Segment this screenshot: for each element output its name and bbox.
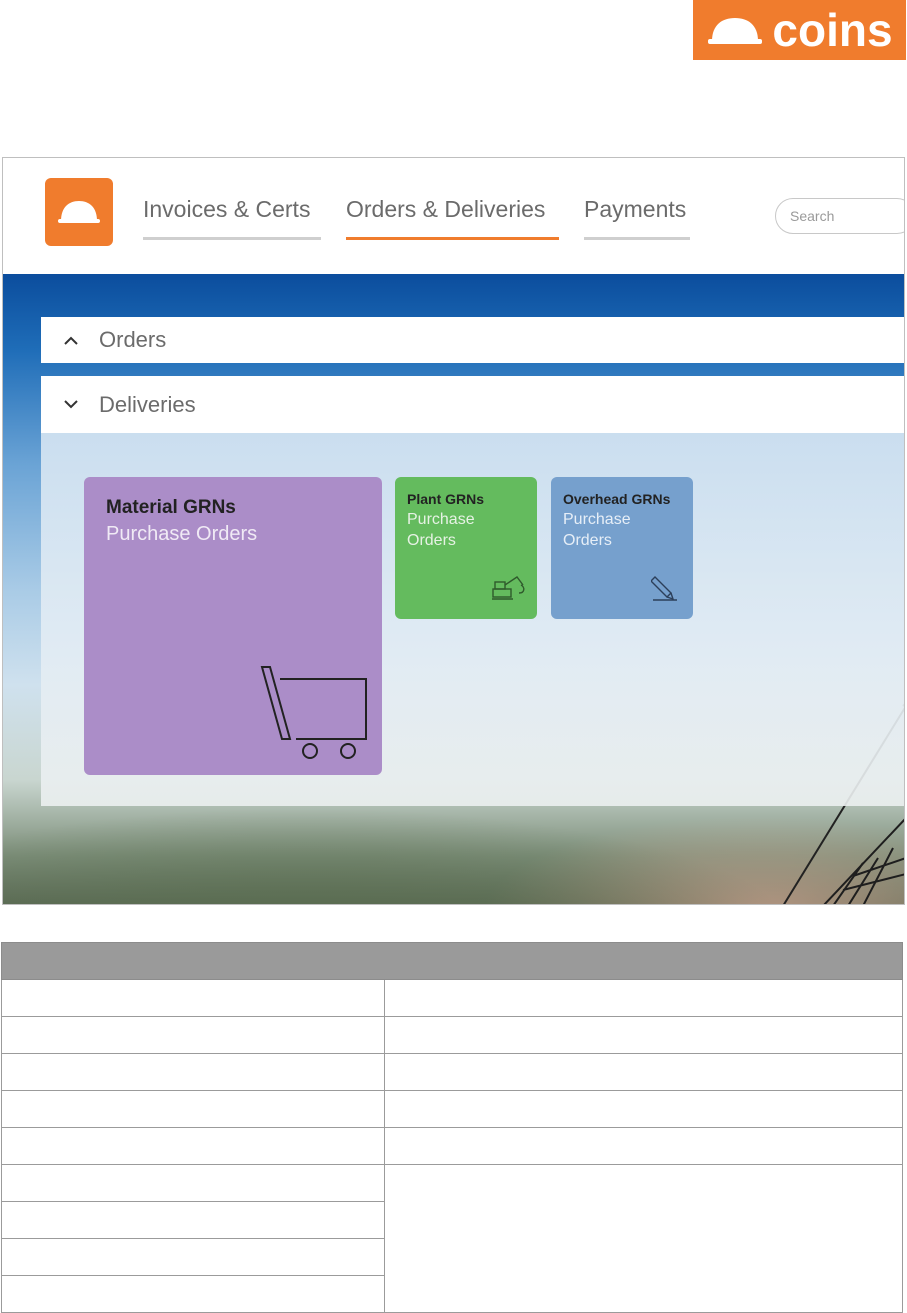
table-cell — [384, 979, 903, 1017]
tab-underline — [584, 237, 690, 240]
table-row — [1, 1053, 903, 1091]
top-navigation-bar: Invoices & Certs Orders & Deliveries Pay… — [3, 158, 904, 274]
table-row — [1, 979, 903, 1017]
tab-label: Payments — [584, 196, 687, 222]
table-header-row — [1, 942, 903, 980]
orders-panel-title: Orders — [99, 327, 167, 352]
search-input[interactable] — [775, 198, 904, 234]
table-cell — [384, 1016, 903, 1054]
tab-invoices-certs[interactable]: Invoices & Certs — [143, 196, 321, 240]
material-grns-tile[interactable]: Material GRNs Purchase Orders — [84, 477, 382, 775]
table-cell — [1, 1164, 385, 1202]
excavator-icon — [492, 576, 525, 600]
tab-orders-deliveries[interactable]: Orders & Deliveries — [346, 196, 559, 240]
brand-name: coins — [772, 4, 893, 56]
tab-payments[interactable]: Payments — [584, 196, 690, 240]
tab-label: Orders & Deliveries — [346, 196, 546, 222]
table-row — [1, 1164, 903, 1313]
pencil-icon — [651, 576, 677, 601]
app-screenshot: Invoices & Certs Orders & Deliveries Pay… — [2, 157, 905, 905]
orders-panel-header[interactable]: Orders — [41, 317, 904, 363]
table-row — [1, 1090, 903, 1128]
table-cell — [384, 1090, 903, 1128]
table-cell — [1, 1275, 385, 1313]
info-table — [1, 942, 903, 1313]
table-cell — [384, 1053, 903, 1091]
table-cell — [1, 1201, 385, 1239]
table-cell — [1, 1238, 385, 1276]
table-row — [1, 1127, 903, 1165]
shopping-cart-icon — [260, 666, 367, 759]
tile-subtitle: Purchase Orders — [106, 523, 258, 545]
table-cell — [1, 1016, 385, 1054]
chevron-down-icon — [63, 397, 79, 413]
tile-subtitle: Purchase Orders — [563, 511, 631, 549]
app-home-button[interactable] — [45, 178, 113, 246]
tile-title: Plant GRNs — [407, 491, 485, 507]
table-cell — [384, 1127, 903, 1165]
table-cell — [1, 979, 385, 1017]
deliveries-panel-title: Deliveries — [99, 391, 196, 417]
tab-underline — [143, 237, 321, 240]
overhead-grns-tile[interactable]: Overhead GRNs Purchase Orders — [551, 477, 693, 619]
deliveries-panel-header[interactable]: Deliveries — [41, 376, 904, 433]
table-cell — [1, 1090, 385, 1128]
hard-hat-icon — [58, 201, 100, 223]
hard-hat-icon — [708, 18, 763, 44]
table-header-cell — [1, 942, 903, 980]
tile-title: Overhead GRNs — [563, 491, 671, 507]
table-row — [1, 1016, 903, 1054]
chevron-up-icon — [63, 332, 79, 348]
plant-grns-tile[interactable]: Plant GRNs Purchase Orders — [395, 477, 537, 619]
tab-underline-active — [346, 237, 559, 240]
tab-label: Invoices & Certs — [143, 196, 311, 222]
coins-logo: coins — [693, 0, 906, 60]
table-cell — [1, 1127, 385, 1165]
tile-title: Material GRNs — [106, 497, 236, 518]
table-cell — [1, 1053, 385, 1091]
table-merged-cell — [384, 1164, 903, 1313]
tile-subtitle: Purchase Orders — [407, 511, 475, 549]
